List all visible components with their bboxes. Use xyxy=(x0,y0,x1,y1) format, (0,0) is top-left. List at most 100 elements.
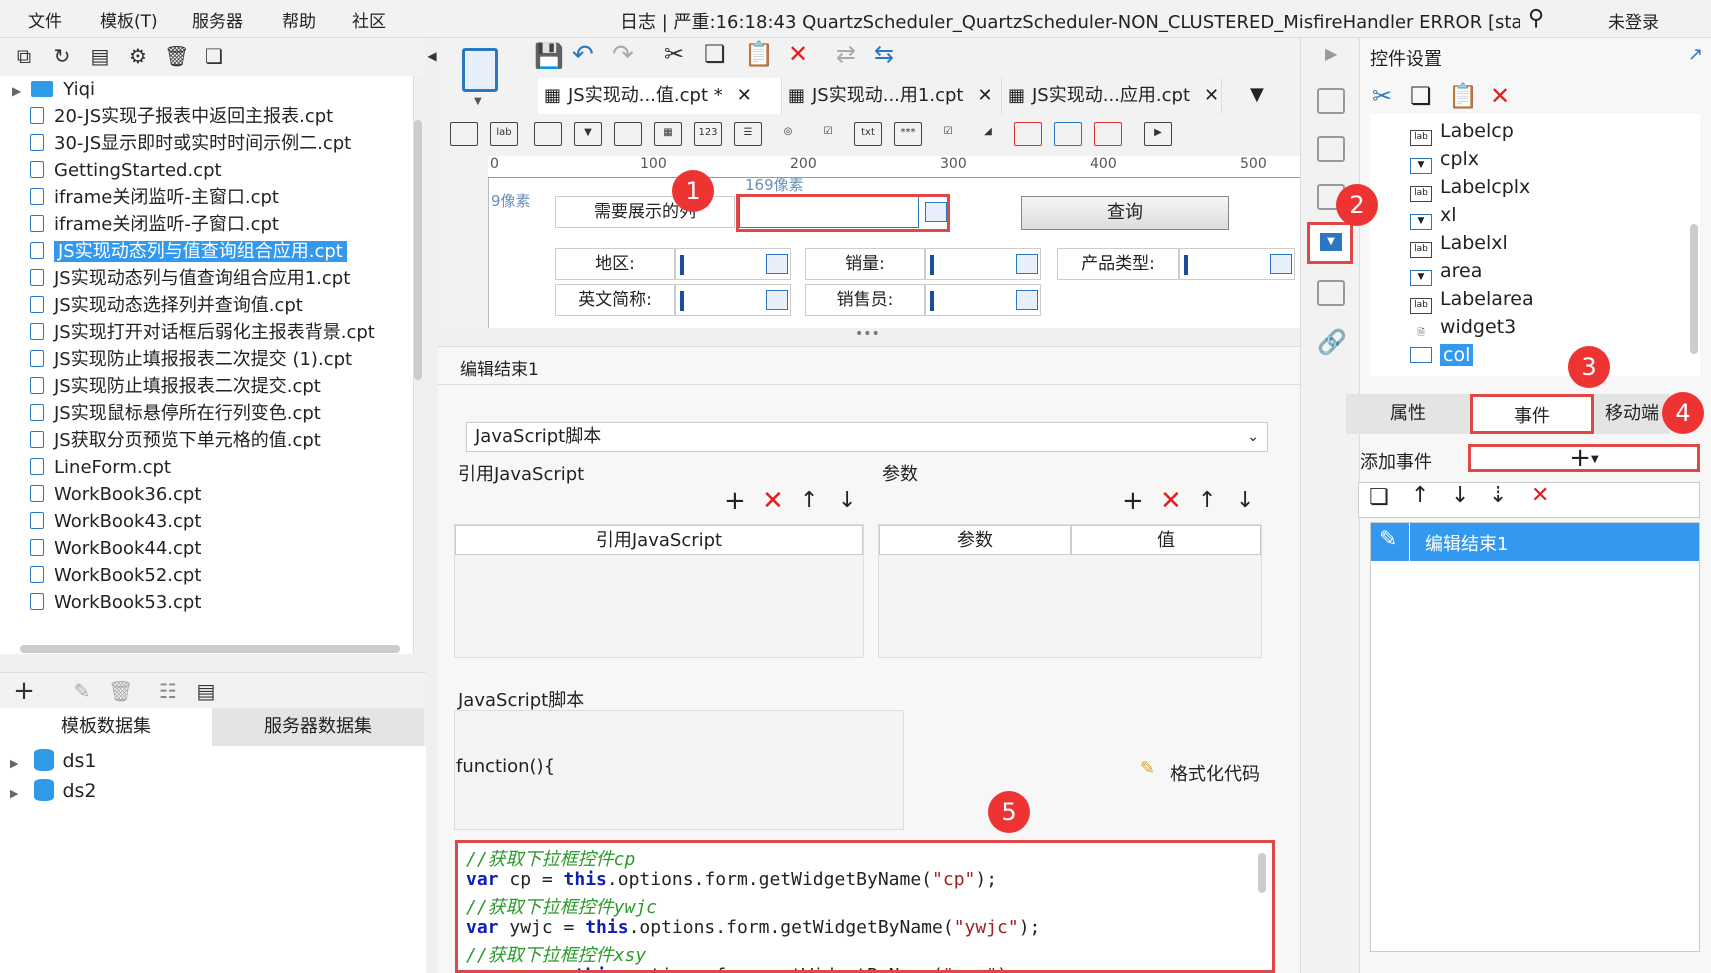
paste-icon[interactable]: 📋 xyxy=(744,40,774,68)
file-item[interactable]: iframe关闭监听-主窗口.cpt xyxy=(30,184,279,211)
datalist-icon[interactable] xyxy=(1317,280,1345,306)
arrow-up-icon[interactable]: ↑ xyxy=(1198,488,1216,513)
calendar2-icon[interactable] xyxy=(1094,122,1122,146)
textarea-widget-icon[interactable]: ☰ xyxy=(734,122,762,146)
file-tree-hscrollbar[interactable] xyxy=(20,645,400,653)
file-item[interactable]: GettingStarted.cpt xyxy=(30,157,222,184)
delete-icon[interactable]: 🗑 xyxy=(164,44,189,68)
widget-item[interactable]: ▼ area xyxy=(1410,257,1482,286)
add-icon[interactable]: + xyxy=(1122,488,1144,514)
link-icon[interactable]: 🔗 xyxy=(1317,328,1347,356)
open-icon[interactable]: ▤ xyxy=(88,44,112,68)
format-code-button[interactable]: 格式化代码 xyxy=(1170,760,1260,786)
delete-icon[interactable]: ✕ xyxy=(1160,488,1182,514)
menu-file[interactable]: 文件 xyxy=(28,7,62,32)
menu-community[interactable]: 社区 xyxy=(352,7,386,32)
number-widget-icon[interactable]: 123 xyxy=(694,122,722,146)
expand-icon[interactable]: ↗ xyxy=(1688,44,1703,65)
abbr-combo[interactable] xyxy=(675,284,791,316)
preview-icon[interactable]: ☷ xyxy=(156,679,180,703)
search-icon[interactable]: ⚲ xyxy=(1528,6,1544,31)
cell-attr-icon[interactable] xyxy=(1317,88,1345,114)
tab-events[interactable]: 事件 xyxy=(1470,394,1594,434)
tab-list-icon[interactable]: ▼ xyxy=(1250,84,1264,105)
settings-icon[interactable]: ⚙ xyxy=(126,44,150,68)
arrow-up-icon[interactable]: ↑ xyxy=(1411,483,1429,508)
login-status[interactable]: 未登录 xyxy=(1608,8,1659,33)
more-widgets-icon[interactable]: ▶ xyxy=(1144,122,1172,146)
broom-icon[interactable]: ✎ xyxy=(1140,758,1155,779)
dataset-item[interactable]: ▶ ds2 xyxy=(10,776,97,809)
menu-help[interactable]: 帮助 xyxy=(282,7,316,32)
redo-icon[interactable]: ↷ xyxy=(612,40,634,70)
file-item[interactable]: WorkBook36.cpt xyxy=(30,481,201,508)
menu-template[interactable]: 模板(T) xyxy=(100,7,158,32)
arrow-down-icon[interactable]: ↓ xyxy=(838,488,856,513)
radio-group-icon[interactable]: ◎ xyxy=(774,122,802,146)
delete-icon[interactable]: ✕ xyxy=(788,40,808,68)
checkbox-group-icon[interactable]: ☑ xyxy=(814,122,842,146)
file-item[interactable]: JS实现防止填报报表二次提交.cpt xyxy=(30,373,321,400)
save-icon[interactable]: 💾 xyxy=(534,42,564,70)
query-button[interactable]: 查询 xyxy=(1021,196,1229,230)
file-item[interactable]: 30-JS显示即时或实时时间示例二.cpt xyxy=(30,130,351,157)
frame-widget-icon[interactable] xyxy=(1054,122,1082,146)
code-scrollbar[interactable] xyxy=(1258,853,1266,893)
file-item[interactable]: 20-JS实现子报表中返回主报表.cpt xyxy=(30,103,333,130)
delete-icon[interactable]: ✕ xyxy=(1490,82,1510,110)
add-icon[interactable]: + xyxy=(724,488,746,514)
copy-icon[interactable]: ❏ xyxy=(1410,82,1432,110)
delete-icon[interactable]: ✕ xyxy=(1531,483,1549,508)
condition-attr-icon[interactable] xyxy=(1317,136,1345,162)
new-folder-icon[interactable]: ⧉ xyxy=(12,44,36,68)
product-type-combo[interactable] xyxy=(1179,248,1295,280)
file-item-selected[interactable]: JS实现动态列与值查询组合应用.cpt xyxy=(30,238,347,265)
widget-item[interactable]: lab Labelarea xyxy=(1410,285,1534,314)
log-message[interactable]: 日志 | 严重:16:18:43 QuartzScheduler_QuartzS… xyxy=(620,8,1520,34)
collapse-left-icon[interactable]: ◀ xyxy=(426,44,438,68)
report-preview-icon[interactable] xyxy=(462,48,498,92)
password-widget-icon[interactable]: *** xyxy=(894,122,922,146)
copy-icon[interactable]: ❏ xyxy=(704,40,726,68)
area-combo[interactable] xyxy=(675,248,791,280)
file-item[interactable]: WorkBook43.cpt xyxy=(30,508,201,535)
file-item[interactable]: LineForm.cpt xyxy=(30,454,171,481)
file-item[interactable]: JS获取分页预览下单元格的值.cpt xyxy=(30,427,321,454)
checkbox-icon[interactable]: ☑ xyxy=(934,122,962,146)
folder-item[interactable]: ▶ Yiqi xyxy=(12,76,95,103)
dataset-item[interactable]: ▶ ds1 xyxy=(10,746,97,779)
seller-combo[interactable] xyxy=(925,284,1041,316)
txt-widget-icon[interactable]: txt xyxy=(854,122,882,146)
date-widget-icon[interactable] xyxy=(614,122,642,146)
file-item[interactable]: JS实现动态列与值查询组合应用1.cpt xyxy=(30,265,350,292)
tab-mobile[interactable]: 移动端 xyxy=(1594,394,1670,434)
copy-icon[interactable]: ❏ xyxy=(1369,485,1389,510)
label-product-type[interactable]: 产品类型: xyxy=(1057,248,1179,280)
arrow-down-icon[interactable]: ↓ xyxy=(1236,488,1254,513)
file-item[interactable]: WorkBook53.cpt xyxy=(30,589,201,616)
cut-icon[interactable]: ✂ xyxy=(664,40,684,68)
calendar-icon[interactable] xyxy=(1014,122,1042,146)
label-seller[interactable]: 销售员: xyxy=(805,284,925,316)
table-widget-icon[interactable]: ▦ xyxy=(654,122,682,146)
move-bottom-icon[interactable]: ⇣ xyxy=(1489,483,1507,508)
delete-icon[interactable]: ✕ xyxy=(762,488,784,514)
undo-icon[interactable]: ↶ xyxy=(572,40,594,70)
close-icon[interactable]: ✕ xyxy=(737,85,752,106)
file-item[interactable]: JS实现打开对话框后弱化主报表背景.cpt xyxy=(30,319,375,346)
file-tree-scrollbar[interactable] xyxy=(414,120,422,380)
code-editor[interactable]: //获取下拉框控件cp var cp = this.options.form.g… xyxy=(455,840,1275,973)
label-area[interactable]: 地区: xyxy=(555,248,675,280)
tree-widget-icon[interactable]: ◢ xyxy=(974,122,1002,146)
widget-tree-scrollbar[interactable] xyxy=(1690,224,1698,354)
label-widget-icon[interactable] xyxy=(450,122,478,146)
arrow-down-icon[interactable]: ↓ xyxy=(1451,483,1469,508)
tab-template-dataset[interactable]: 模板数据集 xyxy=(0,708,212,746)
script-type-select[interactable]: JavaScript脚本 ⌄ xyxy=(466,422,1268,452)
add-event-button[interactable]: +▼ xyxy=(1468,444,1700,472)
widget-item[interactable]: lab Labelcp xyxy=(1410,117,1514,146)
file-item[interactable]: JS实现防止填报报表二次提交 (1).cpt xyxy=(30,346,352,373)
file-item[interactable]: WorkBook52.cpt xyxy=(30,562,201,589)
widget-item[interactable]: lab Labelxl xyxy=(1410,229,1508,258)
file-item[interactable]: JS实现动态选择列并查询值.cpt xyxy=(30,292,303,319)
